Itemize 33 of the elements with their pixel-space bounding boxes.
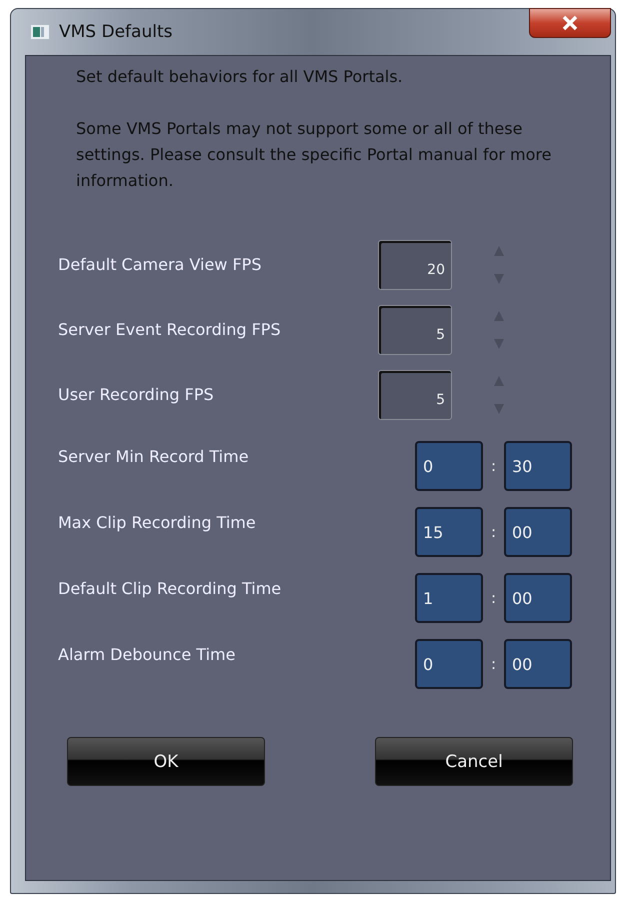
- spinner-arrows-icon[interactable]: [492, 374, 506, 416]
- setting-label: Max Clip Recording Time: [58, 513, 257, 532]
- fps-field[interactable]: 20: [378, 240, 452, 290]
- close-button[interactable]: [529, 8, 611, 38]
- close-icon: [561, 15, 579, 31]
- spinner-arrows-icon[interactable]: [492, 244, 506, 286]
- window-title: VMS Defaults: [59, 22, 172, 42]
- setting-label: Default Camera View FPS: [58, 255, 262, 274]
- seconds-field[interactable]: 30: [504, 441, 572, 491]
- seconds-field[interactable]: 00: [504, 507, 572, 557]
- app-icon: [31, 25, 49, 39]
- seconds-field[interactable]: 00: [504, 639, 572, 689]
- time-separator: :: [490, 655, 498, 673]
- dialog-button[interactable]: Cancel: [375, 737, 573, 786]
- minutes-field[interactable]: 15: [415, 507, 483, 557]
- note-text: Some VMS Portals may not support some or all of these settings. Please consult the specific Portal manual for more information.: [76, 118, 552, 192]
- setting-label: Server Min Record Time: [58, 447, 250, 466]
- time-separator: :: [490, 523, 498, 541]
- seconds-field[interactable]: 00: [504, 573, 572, 623]
- dialog-button[interactable]: OK: [67, 737, 265, 786]
- fps-field[interactable]: 5: [378, 370, 452, 420]
- spinner-arrows-icon[interactable]: [492, 308, 506, 350]
- setting-label: Server Event Recording FPS: [58, 320, 282, 339]
- setting-label: User Recording FPS: [58, 385, 215, 404]
- time-separator: :: [490, 589, 498, 607]
- fps-field[interactable]: 5: [378, 304, 452, 354]
- minutes-field[interactable]: 0: [415, 441, 483, 491]
- time-separator: :: [490, 457, 498, 475]
- setting-label: Alarm Debounce Time: [58, 645, 236, 664]
- minutes-field[interactable]: 1: [415, 573, 483, 623]
- setting-label: Default Clip Recording Time: [58, 579, 282, 598]
- intro-text: Set default behaviors for all VMS Portals.: [76, 66, 404, 88]
- minutes-field[interactable]: 0: [415, 639, 483, 689]
